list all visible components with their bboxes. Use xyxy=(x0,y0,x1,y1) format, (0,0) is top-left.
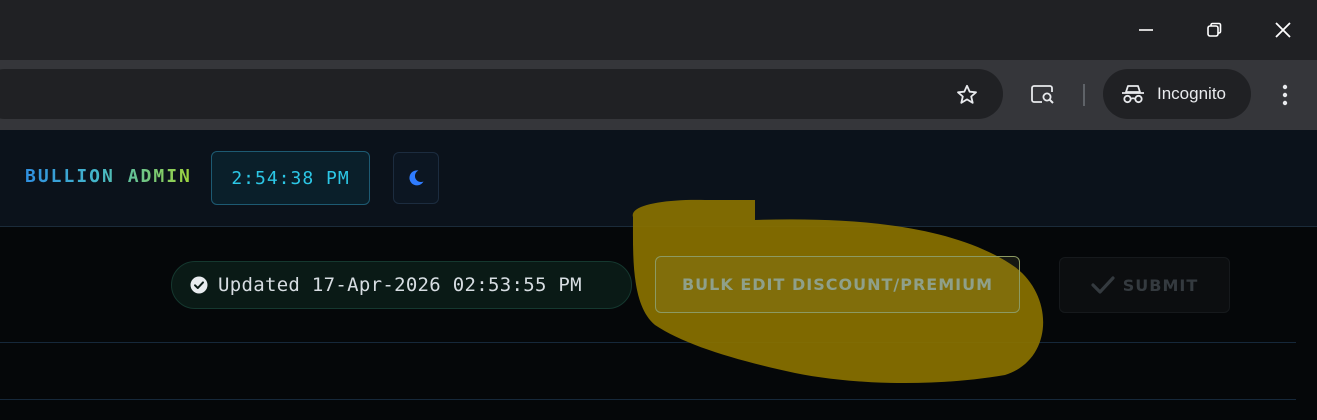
browser-toolbar: Incognito xyxy=(0,60,1317,130)
submit-button[interactable]: SUBMIT xyxy=(1059,257,1230,313)
brand-first: BULLION xyxy=(25,166,115,187)
moon-icon xyxy=(409,170,424,186)
last-updated-text: Updated 17-Apr-2026 02:53:55 PM xyxy=(218,274,582,296)
divider xyxy=(0,342,1296,343)
divider xyxy=(0,399,1296,400)
search-page-button[interactable] xyxy=(1022,74,1066,116)
close-icon xyxy=(1275,22,1291,38)
browser-titlebar xyxy=(0,0,1317,60)
live-clock: 2:54:38 PM xyxy=(211,151,370,205)
check-circle-icon xyxy=(190,276,208,294)
restore-button[interactable] xyxy=(1182,0,1246,60)
minimize-button[interactable] xyxy=(1114,0,1178,60)
submit-label: SUBMIT xyxy=(1122,275,1199,295)
browser-menu-button[interactable] xyxy=(1266,74,1304,116)
brand-logo[interactable]: BULLION ADMIN xyxy=(25,166,192,187)
restore-icon xyxy=(1207,22,1222,37)
star-icon xyxy=(957,84,977,104)
more-vertical-icon xyxy=(1282,84,1288,106)
incognito-label: Incognito xyxy=(1157,84,1226,103)
app-header: BULLION ADMIN xyxy=(0,130,1317,227)
minimize-icon xyxy=(1139,29,1153,31)
theme-toggle-button[interactable] xyxy=(393,152,439,204)
bulk-edit-button[interactable]: BULK EDIT DISCOUNT/PREMIUM xyxy=(655,256,1020,313)
check-icon xyxy=(1091,276,1115,294)
address-bar[interactable] xyxy=(0,69,1003,119)
incognito-chip[interactable]: Incognito xyxy=(1103,69,1251,119)
bookmark-button[interactable] xyxy=(946,74,988,116)
close-button[interactable] xyxy=(1251,0,1315,60)
search-page-icon xyxy=(1031,85,1054,104)
last-updated-status: Updated 17-Apr-2026 02:53:55 PM xyxy=(171,261,632,309)
toolbar-separator xyxy=(1083,84,1085,106)
brand-second: ADMIN xyxy=(127,166,192,187)
incognito-icon xyxy=(1122,85,1144,104)
